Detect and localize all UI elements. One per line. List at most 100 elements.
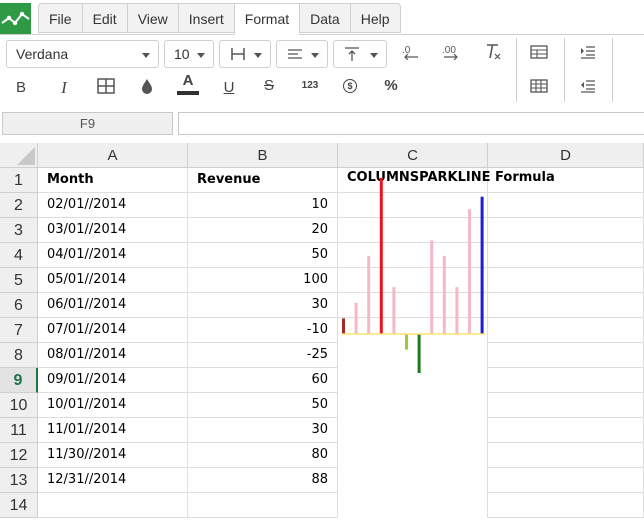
align-left-icon (288, 49, 302, 59)
cell-b2[interactable]: 10 (188, 193, 338, 218)
column-header-c[interactable]: C (338, 143, 488, 168)
row-header-12[interactable]: 12 (0, 443, 38, 468)
cell-c13[interactable] (338, 468, 488, 493)
row-header-4[interactable]: 4 (0, 243, 38, 268)
number-format-button[interactable]: 123 (295, 73, 325, 99)
cell-d9[interactable] (488, 368, 644, 393)
row-header-11[interactable]: 11 (0, 418, 38, 443)
cell-a9[interactable]: 09/01//2014 (38, 368, 188, 393)
cell-d3[interactable] (488, 218, 644, 243)
menu-file[interactable]: File (38, 3, 82, 33)
cell-a7[interactable]: 07/01//2014 (38, 318, 188, 343)
cell-d13[interactable] (488, 468, 644, 493)
column-header-b[interactable]: B (188, 143, 338, 168)
cell-d4[interactable] (488, 243, 644, 268)
row-header-14[interactable]: 14 (0, 493, 38, 518)
menu-edit[interactable]: Edit (81, 3, 127, 33)
row-header-13[interactable]: 13 (0, 468, 38, 493)
increase-indent-button[interactable] (573, 39, 603, 65)
row-header-3[interactable]: 3 (0, 218, 38, 243)
formula-input[interactable] (178, 112, 644, 135)
percent-button[interactable]: % (376, 73, 406, 99)
cell-borders-select[interactable] (219, 40, 271, 68)
borders-button[interactable] (91, 73, 121, 99)
fill-color-button[interactable] (132, 73, 162, 99)
cell-b7[interactable]: -10 (188, 318, 338, 343)
cell-d2[interactable] (488, 193, 644, 218)
table-grid-button[interactable] (524, 73, 554, 99)
cell-c12[interactable] (338, 443, 488, 468)
cell-d14[interactable] (488, 493, 644, 518)
cell-c10[interactable] (338, 393, 488, 418)
italic-button[interactable]: I (49, 75, 79, 101)
cell-b4[interactable]: 50 (188, 243, 338, 268)
cell-b5[interactable]: 100 (188, 268, 338, 293)
cell-d8[interactable] (488, 343, 644, 368)
text-align-select[interactable] (276, 40, 328, 68)
row-header-8[interactable]: 8 (0, 343, 38, 368)
cell-c14[interactable] (338, 493, 488, 518)
font-color-button[interactable]: A (173, 71, 203, 97)
menu-help[interactable]: Help (349, 3, 401, 33)
cell-d10[interactable] (488, 393, 644, 418)
cell-a6[interactable]: 06/01//2014 (38, 293, 188, 318)
cell-a3[interactable]: 03/01//2014 (38, 218, 188, 243)
menu-data[interactable]: Data (299, 3, 350, 33)
column-header-a[interactable]: A (38, 143, 188, 168)
select-all-corner[interactable] (0, 143, 38, 168)
cell-a10[interactable]: 10/01//2014 (38, 393, 188, 418)
cell-d5[interactable] (488, 268, 644, 293)
cell-b1[interactable]: Revenue (188, 168, 338, 193)
cell-a5[interactable]: 05/01//2014 (38, 268, 188, 293)
row-header-1[interactable]: 1 (0, 168, 38, 193)
cell-a12[interactable]: 11/30//2014 (38, 443, 188, 468)
cell-d6[interactable] (488, 293, 644, 318)
row-header-5[interactable]: 5 (0, 268, 38, 293)
cell-d11[interactable] (488, 418, 644, 443)
decrease-indent-button[interactable] (573, 73, 603, 99)
cell-b11[interactable]: 30 (188, 418, 338, 443)
row-header-10[interactable]: 10 (0, 393, 38, 418)
row-header-6[interactable]: 6 (0, 293, 38, 318)
row-header-9[interactable]: 9 (0, 368, 38, 393)
cell-a1[interactable]: Month (38, 168, 188, 193)
cell-a4[interactable]: 04/01//2014 (38, 243, 188, 268)
cell-b14[interactable] (188, 493, 338, 518)
cell-b8[interactable]: -25 (188, 343, 338, 368)
clear-format-button[interactable] (478, 39, 508, 65)
row-header-2[interactable]: 2 (0, 193, 38, 218)
font-family-select[interactable]: Verdana (6, 40, 159, 68)
menu-view[interactable]: View (126, 3, 178, 33)
cell-a8[interactable]: 08/01//2014 (38, 343, 188, 368)
cell-b12[interactable]: 80 (188, 443, 338, 468)
decrease-decimal-button[interactable]: .0 (396, 39, 426, 65)
column-header-d[interactable]: D (488, 143, 644, 168)
cell-a11[interactable]: 11/01//2014 (38, 418, 188, 443)
sparkline-bar-5 (392, 287, 396, 334)
cell-b9[interactable]: 60 (188, 368, 338, 393)
cell-c11[interactable] (338, 418, 488, 443)
cell-a2[interactable]: 02/01//2014 (38, 193, 188, 218)
cell-b13[interactable]: 88 (188, 468, 338, 493)
cell-d12[interactable] (488, 443, 644, 468)
currency-button[interactable]: $ (335, 73, 365, 99)
bold-button[interactable]: B (6, 75, 36, 101)
underline-button[interactable]: U (214, 75, 244, 101)
menu-format[interactable]: Format (233, 3, 300, 35)
increase-decimal-button[interactable]: .00 (437, 39, 467, 65)
name-box[interactable]: F9 (2, 112, 173, 135)
strikethrough-button[interactable]: S (254, 73, 284, 99)
cell-b3[interactable]: 20 (188, 218, 338, 243)
cell-b6[interactable]: 30 (188, 293, 338, 318)
main-menu: File Edit View Insert Format Data Help (38, 3, 401, 35)
cell-d7[interactable] (488, 318, 644, 343)
cell-d1[interactable] (488, 168, 644, 193)
font-size-select[interactable]: 10 (164, 40, 214, 68)
cell-a14[interactable] (38, 493, 188, 518)
menu-insert[interactable]: Insert (177, 3, 234, 33)
cell-a13[interactable]: 12/31//2014 (38, 468, 188, 493)
vertical-align-select[interactable] (333, 40, 387, 68)
row-header-7[interactable]: 7 (0, 318, 38, 343)
insert-table-button[interactable] (524, 39, 554, 65)
cell-b10[interactable]: 50 (188, 393, 338, 418)
